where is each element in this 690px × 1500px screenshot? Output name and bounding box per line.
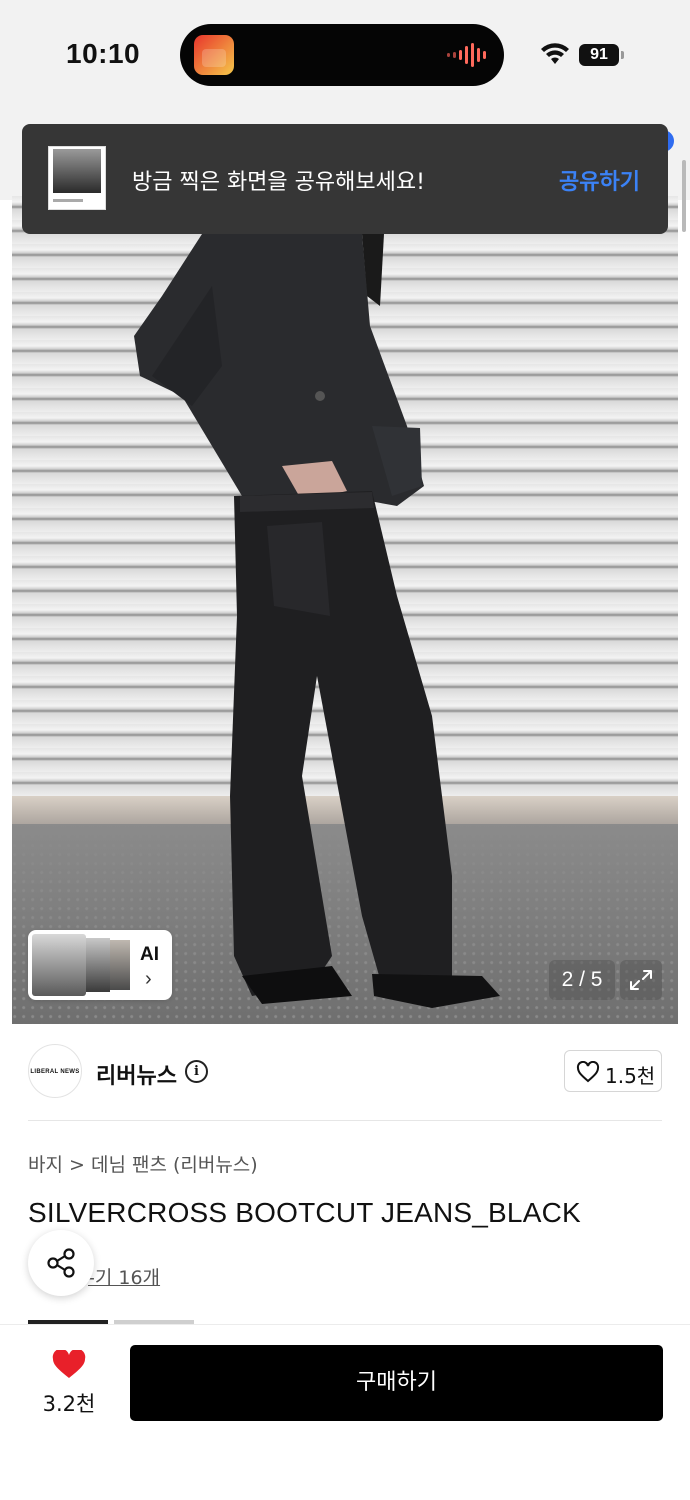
review-link[interactable]: -기 16개 xyxy=(88,1263,160,1290)
info-icon[interactable]: i xyxy=(185,1060,208,1083)
buy-button[interactable]: 구매하기 xyxy=(130,1345,663,1421)
page-counter: 2 / 5 xyxy=(549,960,615,1000)
seller-logo[interactable]: LIBERAL NEWS xyxy=(28,1044,82,1098)
expand-icon xyxy=(630,970,652,990)
wish-count: 3.2천 xyxy=(42,1392,96,1416)
heart-filled-icon[interactable] xyxy=(52,1350,86,1380)
product-title: SILVERCROSS BOOTCUT JEANS_BLACK xyxy=(28,1197,581,1228)
brand-like-count: 1.5천 xyxy=(605,1064,656,1088)
toast-message: 방금 찍은 화면을 공유해보세요! xyxy=(132,170,425,195)
expand-button[interactable] xyxy=(620,960,662,1000)
ai-label: AI xyxy=(140,944,159,965)
breadcrumb[interactable]: 바지 > 데님 팬츠 (리버뉴스) xyxy=(28,1150,258,1177)
ai-recommend-card[interactable]: AI › xyxy=(28,930,172,1000)
model-photo xyxy=(134,234,500,1008)
scrollbar[interactable] xyxy=(682,160,686,232)
share-toast: 방금 찍은 화면을 공유해보세요! 공유하기 xyxy=(22,124,668,234)
dynamic-island[interactable] xyxy=(180,24,504,86)
share-action-button[interactable]: 공유하기 xyxy=(559,164,640,196)
battery-icon: 91 xyxy=(579,44,624,66)
wifi-icon xyxy=(541,43,569,64)
status-bar: 10:10 91 xyxy=(0,0,690,110)
share-icon xyxy=(47,1248,75,1278)
heart-outline-icon xyxy=(576,1061,600,1083)
audio-wave-icon xyxy=(447,42,486,68)
seller-name[interactable]: 리버뉴스 xyxy=(96,1058,177,1090)
thumbnail xyxy=(86,938,110,992)
thumbnail xyxy=(32,934,86,996)
thumbnail xyxy=(110,940,130,990)
divider xyxy=(28,1120,662,1121)
share-button[interactable] xyxy=(28,1230,94,1296)
brand-like-button[interactable]: 1.5천 xyxy=(564,1050,662,1092)
product-image[interactable]: AI › 2 / 5 xyxy=(12,196,678,1024)
status-time: 10:10 xyxy=(66,38,141,69)
app-icon xyxy=(194,35,234,75)
chevron-right-icon: › xyxy=(145,968,152,990)
screenshot-thumbnail[interactable] xyxy=(48,146,106,210)
